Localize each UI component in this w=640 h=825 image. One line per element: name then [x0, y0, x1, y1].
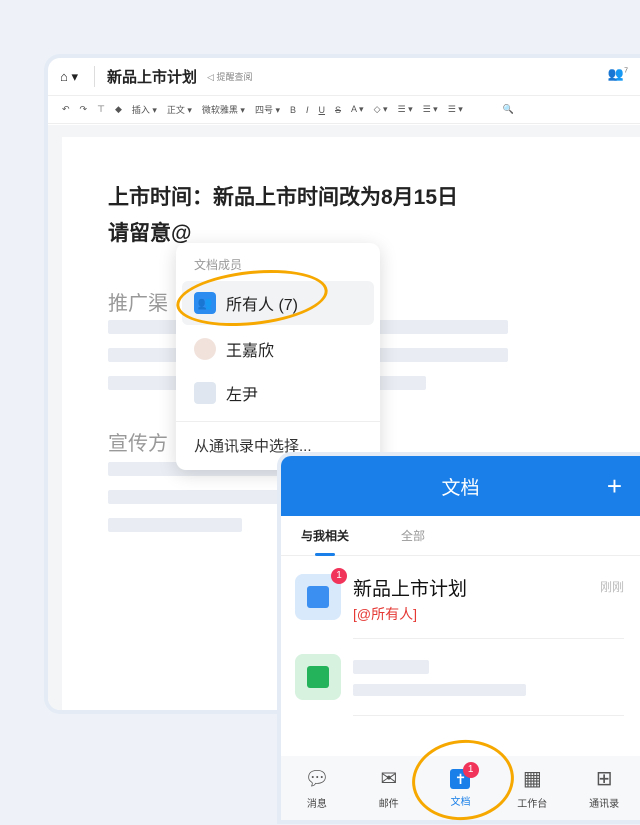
divider	[176, 421, 380, 422]
avatar	[194, 382, 216, 404]
mention-member[interactable]: 左尹	[182, 371, 374, 415]
chat-icon: 💬︎	[304, 767, 330, 790]
doc-title: 新品上市计划	[94, 66, 197, 87]
add-icon[interactable]: +	[607, 471, 622, 502]
remind-button[interactable]: ◁ 提醒查阅	[207, 70, 252, 83]
sheet-icon	[295, 654, 341, 700]
tb-bold[interactable]: B	[290, 105, 296, 115]
choose-from-contacts[interactable]: 从通讯录中选择...	[194, 435, 312, 456]
nav-label: 消息	[306, 798, 327, 810]
tb-size[interactable]: 四号 ▾	[255, 103, 280, 116]
mail-icon: ✉	[380, 767, 398, 790]
tb-list[interactable]: ☰ ▾	[423, 104, 438, 115]
placeholder-line	[353, 684, 526, 696]
tb-highlight[interactable]: ◇ ▾	[374, 104, 388, 115]
tab-all[interactable]: 全部	[401, 527, 425, 544]
mobile-header: 文档 +	[281, 456, 640, 516]
tb-font[interactable]: 微软雅黑 ▾	[202, 103, 245, 116]
tb-style[interactable]: 正文 ▾	[167, 103, 192, 116]
redo-icon[interactable]: ↷	[80, 104, 88, 115]
popup-label: 文档成员	[194, 258, 243, 272]
doc-title: 新品上市计划	[353, 579, 468, 600]
item-label: 王嘉欣	[226, 343, 275, 360]
placeholder-line	[108, 490, 288, 504]
mention-tag: [@所有人]	[353, 606, 417, 622]
avatar	[194, 338, 216, 360]
tb-strike[interactable]: S	[335, 105, 341, 115]
eraser-icon[interactable]: ◆	[115, 104, 122, 115]
mention-member[interactable]: 王嘉欣	[182, 327, 374, 371]
grid-icon: ▦	[522, 767, 542, 790]
heading-channels: 推广渠	[108, 293, 168, 315]
org-chart-icon: ⊞	[595, 767, 613, 790]
nav-label: 通讯录	[589, 798, 620, 810]
undo-icon[interactable]: ↶	[62, 104, 70, 115]
doc-list-item[interactable]	[281, 646, 640, 716]
member-count: 7	[624, 67, 628, 75]
placeholder-line	[353, 660, 429, 674]
placeholder-line	[108, 518, 242, 532]
mobile-title: 文档	[441, 477, 480, 499]
timestamp: 刚刚	[599, 580, 624, 594]
tb-insert[interactable]: 插入 ▾	[132, 103, 157, 116]
mobile-tabs: 与我相关 全部	[281, 516, 640, 556]
heading-promo: 宣传方	[108, 433, 168, 455]
divider	[353, 638, 624, 639]
tb-italic[interactable]: I	[306, 105, 309, 115]
tb-font-color[interactable]: A ▾	[351, 104, 364, 115]
search-icon[interactable]: 🔍	[503, 104, 514, 115]
nav-label: 工作台	[517, 798, 548, 810]
line2: 请留意@	[108, 222, 192, 245]
tb-underline[interactable]: U	[319, 105, 326, 115]
home-icon[interactable]: ⌂ ▾	[60, 69, 78, 85]
nav-contacts[interactable]: ⊞ 通讯录	[568, 756, 640, 820]
tb-align[interactable]: ☰ ▾	[398, 104, 413, 115]
format-painter-icon[interactable]: ⊤	[97, 104, 105, 115]
toolbar: ↶ ↷ ⊤ ◆ 插入 ▾ 正文 ▾ 微软雅黑 ▾ 四号 ▾ B I U S A …	[48, 96, 640, 124]
nav-label: 邮件	[378, 798, 399, 810]
tb-numlist[interactable]: ☰ ▾	[448, 104, 463, 115]
remind-label: 提醒查阅	[216, 72, 253, 82]
tab-related[interactable]: 与我相关	[301, 527, 349, 556]
doc-list-item[interactable]: 1 新品上市计划 [@所有人] 刚刚	[281, 564, 640, 639]
editor-header: ⌂ ▾ 新品上市计划 ◁ 提醒查阅 👥7	[48, 58, 640, 96]
unread-badge: 1	[331, 568, 347, 584]
divider	[353, 715, 624, 716]
nav-messages[interactable]: 💬︎ 消息	[281, 756, 353, 820]
members-icon[interactable]: 👥7	[608, 66, 628, 82]
item-label: 左尹	[226, 387, 259, 404]
line1: 上市时间：新品上市时间改为8月15日	[108, 186, 459, 209]
